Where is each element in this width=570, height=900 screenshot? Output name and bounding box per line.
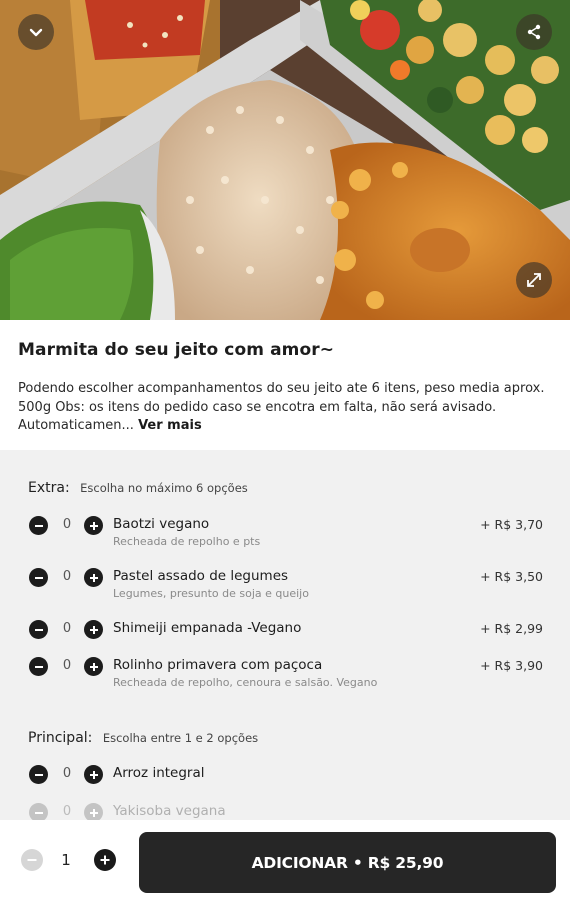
bottom-bar: 1 ADICIONAR • R$ 25,90 [0,820,570,900]
minus-icon [34,628,43,631]
see-more-link[interactable]: Ver mais [138,418,202,433]
food-photo-illustration [0,0,570,320]
minus-icon [34,811,43,814]
group-title: Principal: [28,730,93,746]
expand-image-button[interactable] [516,262,552,298]
option-quantity: 0 [62,766,72,781]
option-quantity: 0 [62,569,72,584]
group-hint: Escolha entre 1 e 2 opções [102,731,259,745]
plus-icon [89,770,98,779]
minus-icon [34,773,43,776]
share-icon [527,24,541,40]
options-panel[interactable]: Extra: Escolha no máximo 6 opções 0 Baot… [0,450,570,820]
plus-icon [89,808,98,817]
option-name: Pastel assado de legumes [113,568,289,584]
option-name: Rolinho primavera com paçoca [113,657,323,673]
group-header-principal: Principal: Escolha entre 1 e 2 opções [28,730,258,746]
option-description: Recheada de repolho, cenoura e salsão. V… [113,676,378,689]
product-info: Marmita do seu jeito com amor~ Podendo e… [0,320,570,450]
plus-icon [100,855,110,865]
option-price: + R$ 2,99 [480,621,543,636]
increase-quantity-button[interactable] [94,849,116,871]
expand-icon [527,273,541,287]
minus-icon [27,859,37,861]
increase-button[interactable] [84,803,103,820]
option-name: Shimeiji empanada -Vegano [113,620,302,636]
option-quantity: 0 [62,621,72,636]
decrease-quantity-button[interactable] [21,849,43,871]
increase-button[interactable] [84,765,103,784]
option-name: Yakisoba vegana [113,803,226,819]
decrease-button[interactable] [29,803,48,820]
product-description: Podendo escolher acompanhamentos do seu … [18,380,552,436]
option-row: 0 Baotzi vegano Recheada de repolho e pt… [0,516,570,556]
option-row: 0 Shimeiji empanada -Vegano + R$ 2,99 [0,620,570,660]
option-quantity: 0 [62,658,72,673]
option-price: + R$ 3,50 [480,569,543,584]
quantity-value: 1 [61,851,71,869]
increase-button[interactable] [84,568,103,587]
plus-icon [89,573,98,582]
add-to-cart-button[interactable]: ADICIONAR • R$ 25,90 [139,832,556,893]
option-row: 0 Rolinho primavera com paçoca Recheada … [0,657,570,697]
chevron-down-icon [29,28,43,37]
minus-icon [34,524,43,527]
decrease-button[interactable] [29,516,48,535]
minus-icon [34,665,43,668]
option-description: Recheada de repolho e pts [113,535,261,548]
product-title: Marmita do seu jeito com amor~ [18,340,335,360]
increase-button[interactable] [84,657,103,676]
plus-icon [89,662,98,671]
collapse-button[interactable] [18,14,54,50]
minus-icon [34,576,43,579]
plus-icon [89,521,98,530]
option-name: Arroz integral [113,765,205,781]
option-price: + R$ 3,90 [480,658,543,673]
decrease-button[interactable] [29,620,48,639]
option-row: 0 Pastel assado de legumes Legumes, pres… [0,568,570,608]
decrease-button[interactable] [29,657,48,676]
group-title: Extra: [28,480,70,496]
option-quantity: 0 [62,517,72,532]
increase-button[interactable] [84,620,103,639]
share-button[interactable] [516,14,552,50]
option-name: Baotzi vegano [113,516,210,532]
description-text: Podendo escolher acompanhamentos do seu … [18,381,545,433]
decrease-button[interactable] [29,765,48,784]
option-description: Legumes, presunto de soja e queijo [113,587,309,600]
option-quantity: 0 [62,804,72,819]
option-price: + R$ 3,70 [480,517,543,532]
option-row: 0 Arroz integral [0,765,570,805]
plus-icon [89,625,98,634]
product-photo [0,0,570,320]
increase-button[interactable] [84,516,103,535]
decrease-button[interactable] [29,568,48,587]
group-hint: Escolha no máximo 6 opções [80,481,248,495]
option-row: 0 Yakisoba vegana [0,803,570,820]
group-header-extra: Extra: Escolha no máximo 6 opções [28,480,248,496]
